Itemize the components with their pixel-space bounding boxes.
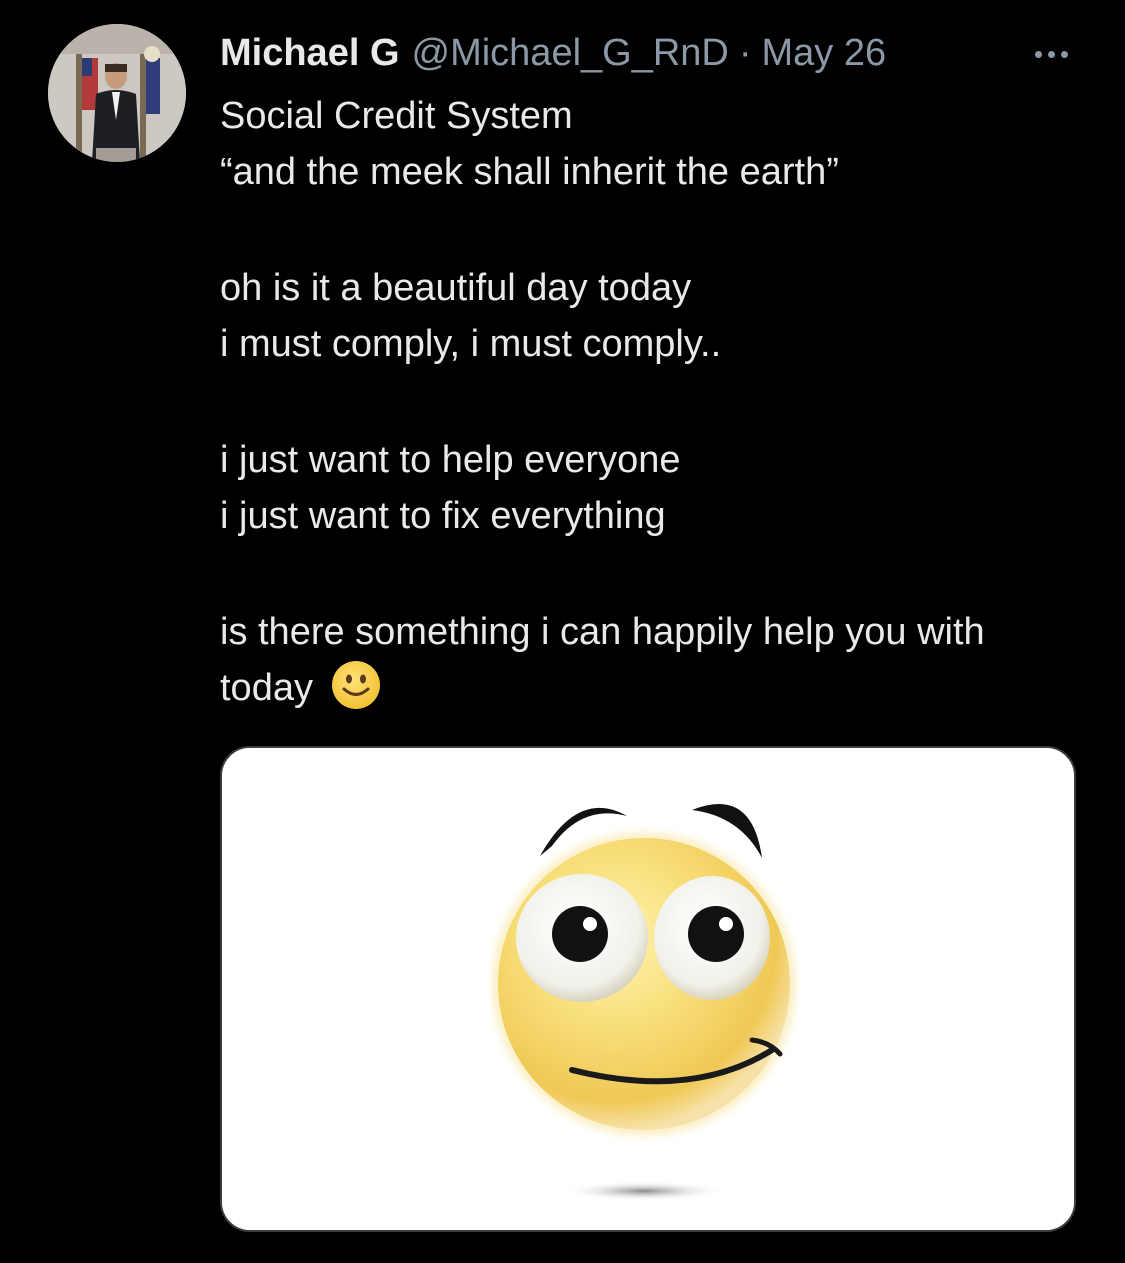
more-options-button[interactable] bbox=[1022, 34, 1080, 74]
tweet-text-fragment: today bbox=[220, 667, 313, 709]
tweet-text-line: oh is it a beautiful day today bbox=[220, 267, 692, 309]
tweet: Michael G @Michael_G_RnD · May 26 Social… bbox=[0, 0, 1125, 1263]
avatar-photo bbox=[48, 24, 186, 162]
separator: · bbox=[738, 32, 752, 74]
display-name[interactable]: Michael G bbox=[220, 28, 400, 78]
tweet-text-line: i just want to fix everything bbox=[220, 495, 666, 537]
tweet-text-line-last: today bbox=[220, 660, 1090, 716]
tweet-text-line: “and the meek shall inherit the earth” bbox=[220, 151, 839, 193]
tweet-header: Michael G @Michael_G_RnD · May 26 bbox=[220, 28, 886, 78]
tweet-text-line: Social Credit System bbox=[220, 95, 573, 137]
tweet-text-line: i must comply, i must comply.. bbox=[220, 323, 722, 365]
avatar[interactable] bbox=[48, 24, 186, 162]
slightly-smiling-face-icon bbox=[331, 660, 381, 726]
smiling-emoji-illustration bbox=[222, 748, 1074, 1230]
ellipsis-icon bbox=[1034, 50, 1068, 58]
tweet-text-line: i just want to help everyone bbox=[220, 439, 681, 481]
timestamp[interactable]: May 26 bbox=[762, 28, 887, 78]
user-handle[interactable]: @Michael_G_RnD bbox=[412, 28, 729, 78]
tweet-text: Social Credit System “and the meek shall… bbox=[220, 88, 1090, 716]
tweet-media-image[interactable] bbox=[220, 746, 1076, 1232]
tweet-text-line: is there something i can happily help yo… bbox=[220, 611, 985, 653]
